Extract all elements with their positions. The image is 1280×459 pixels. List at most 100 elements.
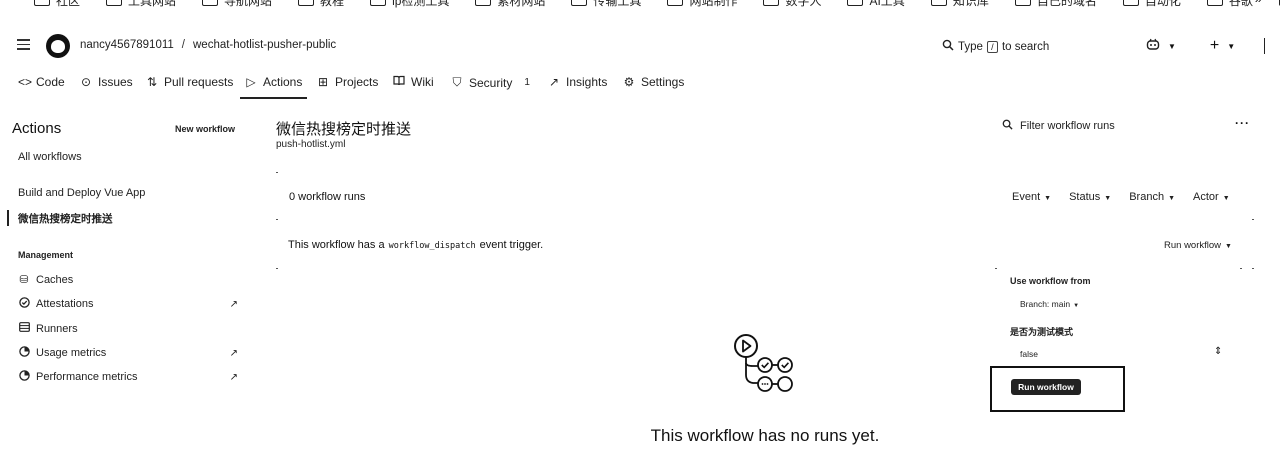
branch-select[interactable]: Branch: main ▼	[1020, 299, 1079, 309]
sidebar-item-all-workflows[interactable]: All workflows	[18, 151, 82, 163]
bookmarks-list: 社区 工具网站 导航网站 教程 ip检测工具 素材网站 传输工具 网站制作 数字人 AI工具 知识库…	[0, 0, 1280, 9]
test-mode-select[interactable]: false	[1020, 349, 1038, 359]
sidebar-item-attestations[interactable]: Attestations ↗	[18, 297, 238, 311]
sidebar-item-build-deploy[interactable]: Build and Deploy Vue App	[18, 187, 145, 199]
sidebar-item-performance-metrics[interactable]: Performance metrics ↗	[18, 370, 238, 384]
owner-link[interactable]: nancy4567891011	[80, 39, 174, 51]
search-icon	[942, 39, 954, 54]
filter-label: Event	[1012, 191, 1041, 203]
bookmark-item[interactable]: 自动化	[1122, 0, 1181, 9]
bookmark-item[interactable]: 社区	[34, 0, 80, 9]
tab-label: Actions	[263, 75, 303, 89]
tab-label: Pull requests	[164, 75, 234, 89]
tab-projects[interactable]: ⊞ Projects	[317, 75, 378, 89]
search-button[interactable]: Type / to search	[942, 39, 1049, 54]
sidebar-item-caches[interactable]: ⛁ Caches	[18, 273, 238, 287]
bookmark-label: ip检测工具	[392, 0, 450, 8]
folder-icon	[202, 0, 219, 6]
chevron-down-icon: ▼	[1073, 303, 1080, 309]
folder-icon	[475, 0, 492, 6]
copilot-icon[interactable]	[1146, 38, 1160, 54]
bookmark-item[interactable]: 教程	[298, 0, 344, 9]
external-link-icon: ↗	[229, 371, 238, 383]
filter-event[interactable]: Event ▼	[1012, 191, 1051, 203]
divider-mark	[276, 268, 278, 269]
bookmark-item[interactable]: 谷歌	[1206, 0, 1253, 9]
tab-wiki[interactable]: Wiki	[393, 75, 434, 89]
use-workflow-from-label: Use workflow from	[1010, 276, 1091, 286]
tab-label: Projects	[335, 75, 379, 89]
sidebar-item-label: Attestations	[36, 298, 94, 310]
sidebar-item-runners[interactable]: Runners	[18, 322, 238, 335]
divider-mark	[995, 268, 997, 269]
github-logo-icon[interactable]	[46, 34, 70, 58]
bookmark-label: 社区	[56, 0, 81, 8]
sidebar-title: Actions	[12, 120, 62, 137]
filter-status[interactable]: Status ▼	[1069, 191, 1111, 203]
tab-security[interactable]: ⛉ Security 1	[451, 75, 530, 90]
tab-label: Settings	[641, 75, 685, 89]
bookmark-label: 素材网站	[497, 0, 546, 8]
usage-metrics-icon	[18, 346, 30, 360]
sidebar-item-usage-metrics[interactable]: Usage metrics ↗	[18, 346, 238, 360]
tab-label: Wiki	[411, 75, 434, 89]
bookmark-item[interactable]: 自己的域名	[1014, 0, 1097, 9]
dispatch-text: This workflow has a	[288, 239, 385, 251]
more-options-icon[interactable]: ···	[1235, 116, 1250, 130]
tab-code[interactable]: <> Code	[18, 75, 65, 89]
copilot-chevron-down-icon[interactable]: ▼	[1168, 42, 1176, 51]
bookmark-item[interactable]: 工具网站	[106, 0, 176, 9]
bookmark-label: 自己的域名	[1036, 0, 1097, 8]
run-workflow-dropdown-button[interactable]: Run workflow ▼	[1164, 240, 1232, 251]
repo-link[interactable]: wechat-hotlist-pusher-public	[193, 39, 336, 51]
bookmark-item[interactable]: 知识库	[930, 0, 989, 9]
tab-insights[interactable]: ↗ Insights	[548, 75, 607, 89]
bookmark-item[interactable]: ip检测工具	[370, 0, 449, 9]
tab-settings[interactable]: ⚙ Settings	[623, 75, 685, 89]
tab-label: Insights	[566, 75, 608, 89]
tab-issues[interactable]: ⊙ Issues	[80, 75, 133, 89]
divider-mark	[1252, 268, 1254, 269]
bookmark-label: 网站制作	[689, 0, 738, 8]
workflow-file-link[interactable]: push-hotlist.yml	[276, 139, 345, 150]
filter-actor[interactable]: Actor ▼	[1193, 191, 1230, 203]
bookmarks-overflow[interactable]: »	[1255, 0, 1262, 6]
bookmark-item[interactable]: 素材网站	[475, 0, 545, 9]
divider-mark	[276, 219, 278, 220]
bookmark-item[interactable]: 传输工具	[571, 0, 641, 9]
performance-metrics-icon	[18, 370, 30, 384]
sidebar-item-label: Runners	[36, 322, 78, 335]
filter-runs-input[interactable]: Filter workflow runs	[1002, 119, 1115, 133]
folder-icon	[847, 0, 864, 6]
menu-icon[interactable]	[17, 39, 30, 51]
security-count-badge: 1	[524, 77, 530, 88]
chevron-down-icon: ▼	[1222, 195, 1230, 202]
create-chevron-down-icon[interactable]: ▼	[1227, 42, 1235, 51]
divider-mark	[1240, 268, 1242, 269]
bookmark-item[interactable]: 导航网站	[202, 0, 272, 9]
folder-icon	[1206, 0, 1223, 6]
plus-icon[interactable]: +	[1210, 37, 1219, 55]
tab-label: Code	[36, 75, 65, 89]
active-indicator	[7, 210, 9, 226]
workflow-title: 微信热搜榜定时推送	[276, 121, 412, 138]
divider-mark	[1252, 219, 1254, 220]
run-filters: Event ▼ Status ▼ Branch ▼ Actor ▼	[1012, 191, 1230, 203]
bookmark-label: 导航网站	[224, 0, 273, 8]
filter-branch[interactable]: Branch ▼	[1129, 191, 1175, 203]
select-arrows-icon[interactable]: ⇕	[1214, 346, 1222, 357]
bookmark-item[interactable]: AI工具	[847, 0, 905, 9]
sidebar-item-hotlist-push[interactable]: 微信热搜榜定时推送	[18, 211, 113, 226]
run-workflow-submit-button[interactable]: Run workflow	[1011, 379, 1081, 395]
search-to-text: to search	[1001, 40, 1050, 53]
attestations-icon	[18, 297, 30, 311]
tab-actions[interactable]: ▷ Actions	[239, 75, 308, 99]
dispatch-code: workflow_dispatch	[388, 241, 476, 251]
new-workflow-button[interactable]: New workflow	[175, 124, 235, 134]
bookmark-item[interactable]: 数字人	[763, 0, 821, 9]
bookmark-item[interactable]: 网站制作	[667, 0, 737, 9]
tab-pull-requests[interactable]: ⇅ Pull requests	[146, 75, 233, 89]
folder-icon	[763, 0, 780, 6]
security-icon: ⛉	[452, 75, 462, 89]
chevron-down-icon: ▼	[1044, 195, 1052, 202]
